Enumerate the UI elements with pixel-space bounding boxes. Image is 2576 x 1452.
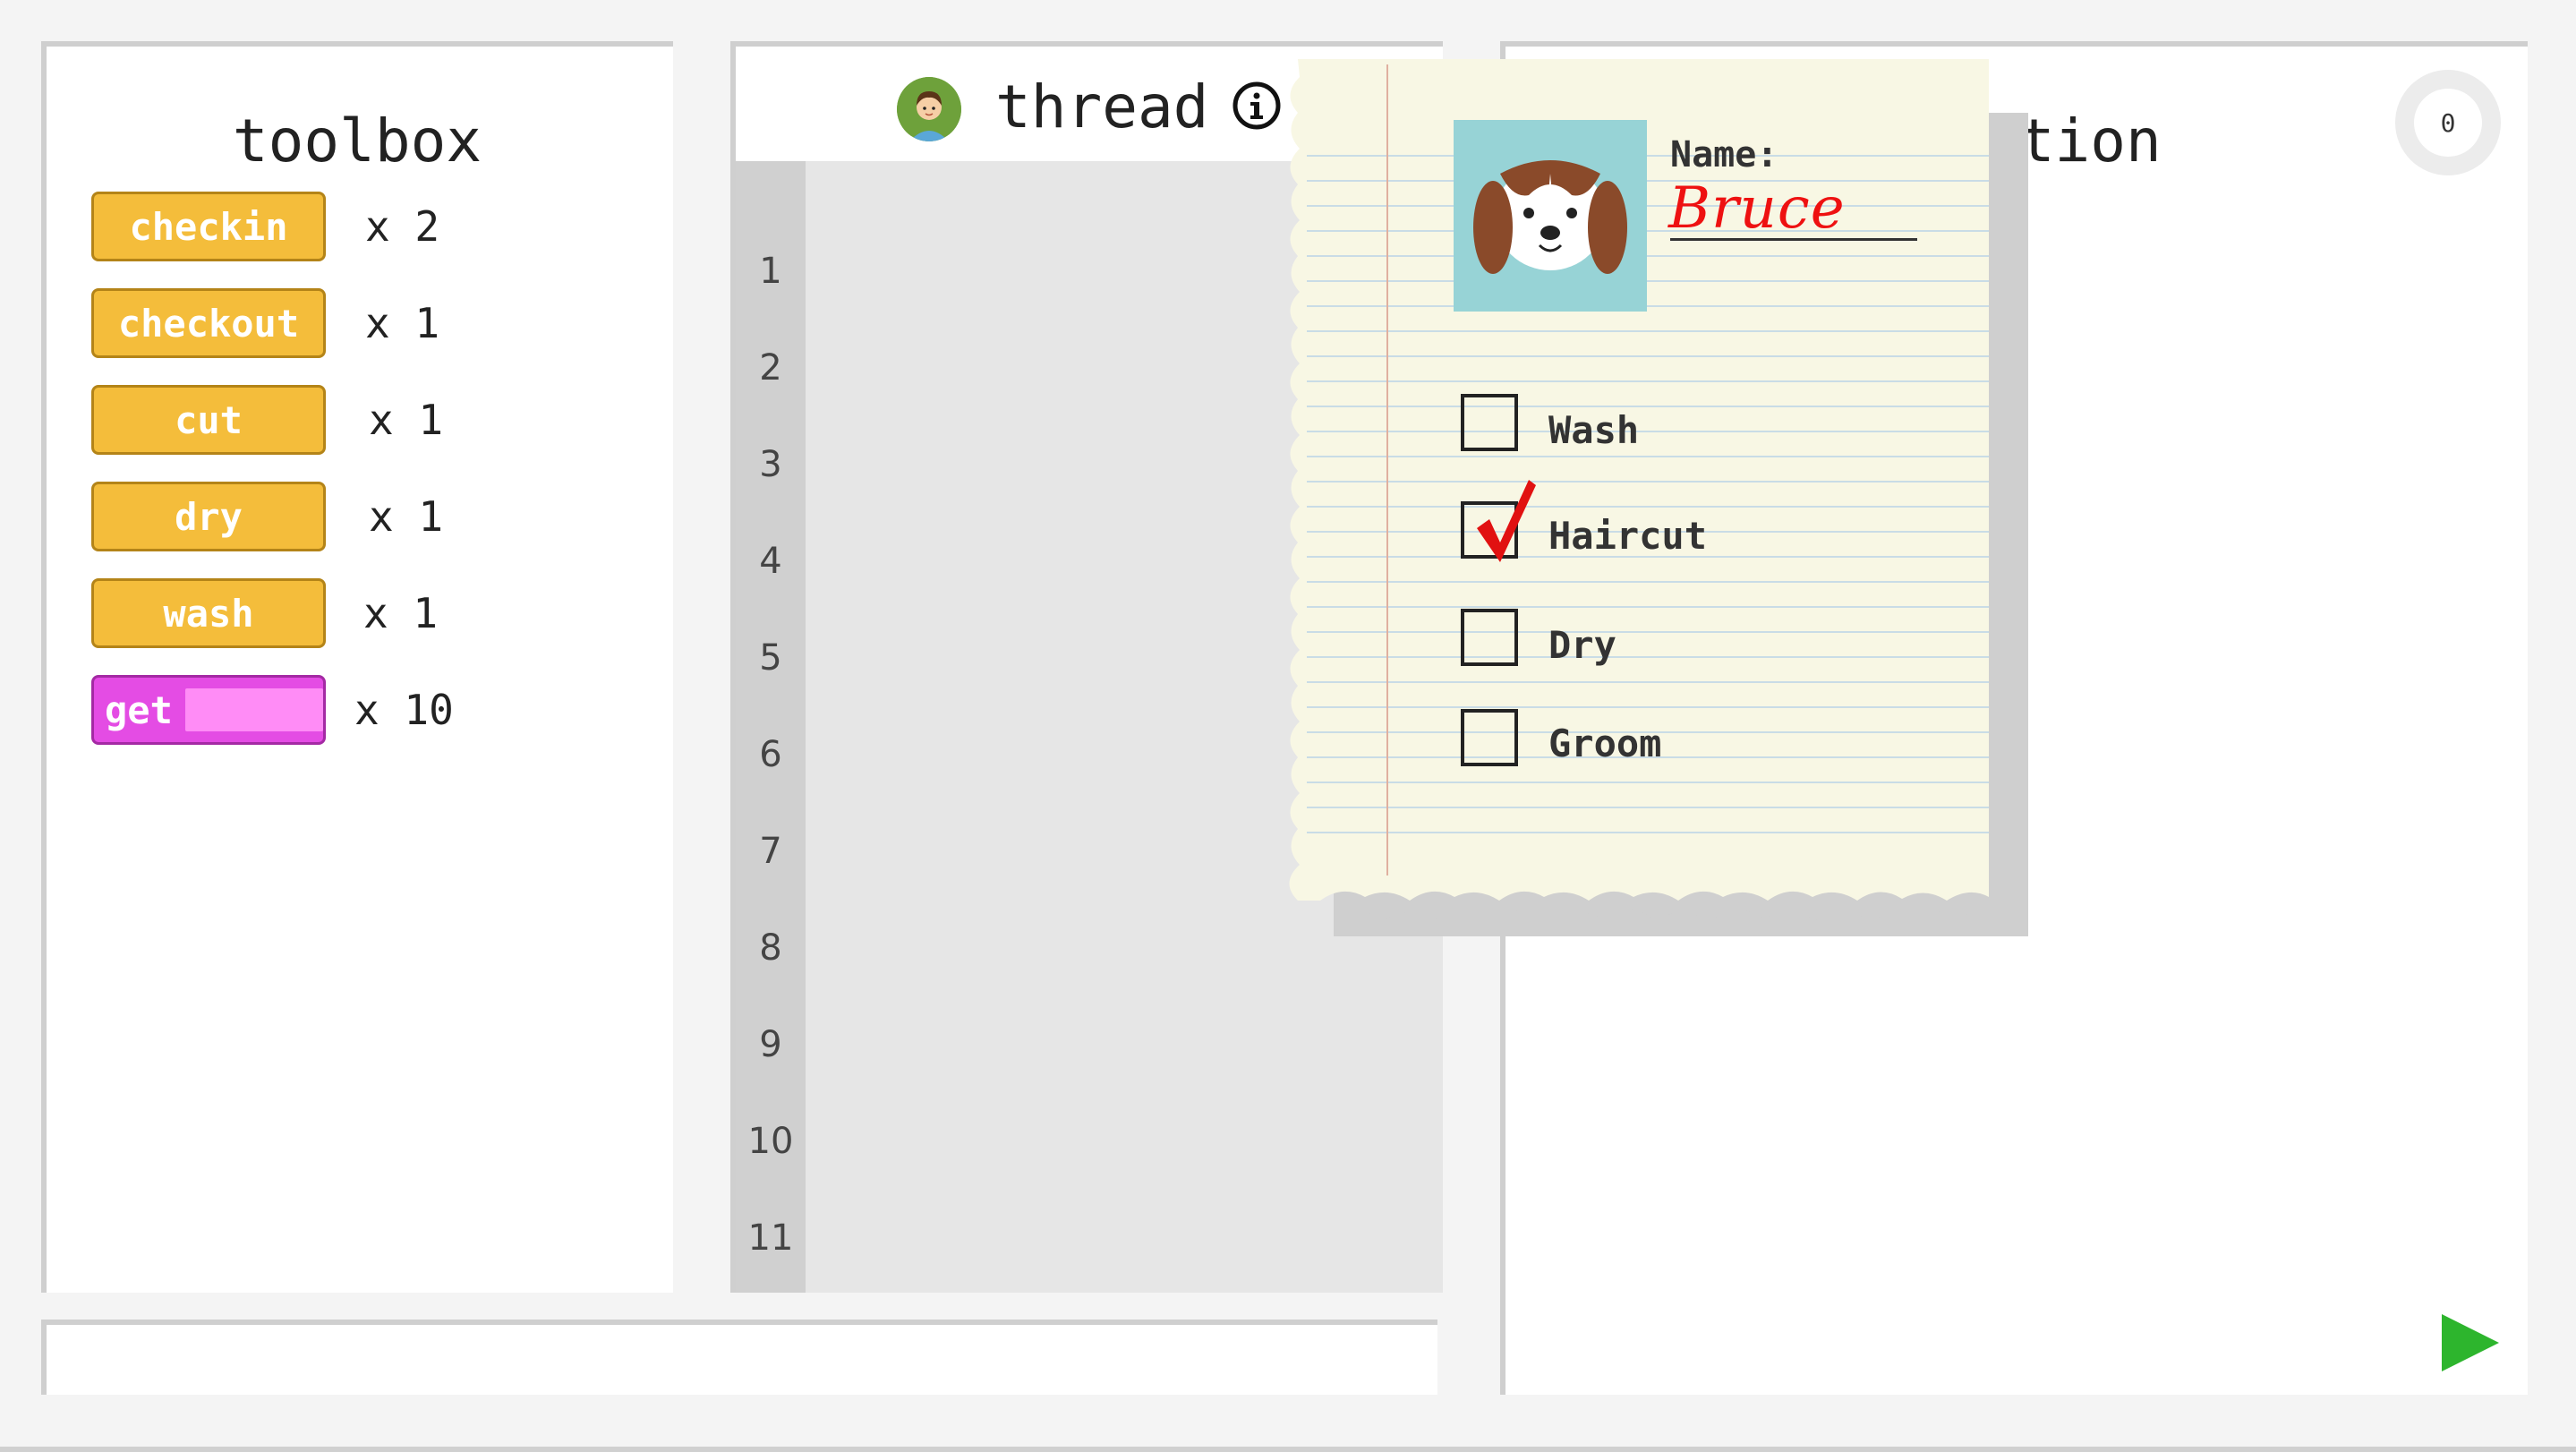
window-bottom-border (0, 1447, 2576, 1452)
block-label: wash (163, 591, 254, 636)
get-argument-slot[interactable] (184, 688, 323, 731)
line-number: 2 (759, 347, 782, 389)
panel-border (41, 41, 673, 47)
console-bar (41, 1320, 1437, 1395)
block-dry[interactable]: dry (91, 482, 326, 551)
task-checkbox[interactable] (1461, 480, 1536, 562)
thread-title: thread (995, 73, 1209, 141)
worker-avatar-icon (897, 77, 961, 141)
line-number: 1 (759, 251, 782, 292)
block-label: dry (175, 494, 243, 539)
block-label: checkin (129, 204, 288, 249)
task-label: Dry (1548, 623, 1616, 667)
toolbox-panel: toolbox checkin x 2 checkout x 1 cut x 1… (41, 41, 673, 1293)
block-get[interactable]: get (91, 675, 326, 745)
block-checkout[interactable]: checkout (91, 288, 326, 358)
panel-border (41, 1320, 1437, 1325)
block-count: x 1 (369, 396, 444, 444)
play-icon[interactable] (2442, 1314, 2499, 1371)
block-count: x 1 (369, 492, 444, 541)
task-checkbox[interactable] (1461, 394, 1518, 451)
line-number: 4 (759, 541, 782, 582)
block-count: x 10 (354, 686, 454, 734)
step-counter: 0 (2395, 70, 2501, 175)
panel-border (41, 1320, 47, 1395)
task-checkbox[interactable] (1461, 709, 1518, 766)
info-icon[interactable] (1232, 81, 1282, 131)
line-number: 9 (759, 1024, 782, 1065)
task-checkbox[interactable] (1461, 609, 1518, 666)
line-number-gutter: 1 2 3 4 5 6 7 8 9 10 11 12 (736, 161, 806, 1293)
name-label: Name: (1670, 134, 1778, 175)
block-count: x 2 (365, 202, 440, 251)
block-label: get (105, 688, 173, 732)
task-note[interactable]: Name: Bruce Wash Haircut Dry Groom (1280, 59, 2028, 954)
panel-border (1500, 41, 2528, 47)
task-label: Haircut (1548, 514, 1708, 558)
block-count: x 1 (363, 589, 439, 637)
block-wash[interactable]: wash (91, 578, 326, 648)
line-number: 3 (759, 444, 782, 485)
line-number: 11 (747, 1217, 794, 1259)
dog-photo (1454, 120, 1647, 312)
block-label: cut (175, 397, 243, 442)
line-number: 8 (759, 927, 782, 969)
block-checkin[interactable]: checkin (91, 192, 326, 261)
line-number: 5 (759, 637, 782, 679)
name-underline (1670, 238, 1917, 241)
block-label: checkout (117, 301, 300, 346)
toolbox-title: toolbox (232, 107, 482, 175)
line-number: 6 (759, 734, 782, 775)
task-label: Wash (1548, 408, 1640, 452)
line-number: 10 (747, 1121, 794, 1162)
pet-name: Bruce (1668, 175, 1846, 242)
task-label: Groom (1548, 722, 1662, 765)
line-number: 7 (759, 831, 782, 872)
panel-border (41, 41, 47, 1293)
block-cut[interactable]: cut (91, 385, 326, 455)
block-count: x 1 (365, 299, 440, 347)
step-counter-value: 0 (2414, 89, 2482, 157)
